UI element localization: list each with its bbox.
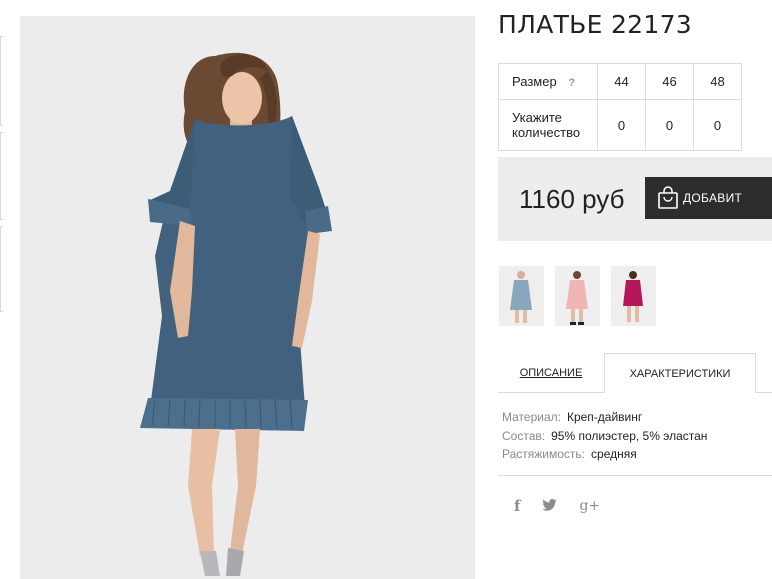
quantity-input[interactable]: 0: [597, 99, 646, 151]
tab-underline: [756, 392, 772, 393]
size-label: Размер: [512, 74, 557, 89]
characteristics-list: Материал: Креп-дайвинг Состав: 95% полиэст…: [502, 408, 707, 464]
add-to-cart-button[interactable]: ДОБАВИТ: [645, 177, 772, 219]
size-option: 44: [597, 63, 646, 100]
product-page: ПЛАТЬЕ 22173 Размер ? 44 46 48 Укажите к…: [0, 0, 772, 579]
product-title: ПЛАТЬЕ 22173: [498, 10, 692, 39]
size-option: 46: [645, 63, 694, 100]
product-tabs: ОПИСАНИЕ ХАРАКТЕРИСТИКИ: [498, 353, 772, 393]
google-plus-icon[interactable]: g+: [579, 498, 600, 514]
twitter-icon[interactable]: [542, 498, 558, 514]
color-variant-thumb-magenta[interactable]: [611, 266, 656, 326]
main-product-image[interactable]: [20, 16, 475, 579]
spec-row: Состав: 95% полиэстер, 5% эластан: [502, 427, 707, 446]
price-box: 1160 руб ДОБАВИТ: [498, 157, 772, 241]
spec-key: Растяжимость:: [502, 447, 586, 461]
shopping-bag-icon: [658, 186, 678, 209]
size-label-cell: Размер ?: [498, 63, 598, 100]
spec-value: Креп-дайвинг: [566, 410, 643, 424]
spec-row: Материал: Креп-дайвинг: [502, 408, 707, 427]
facebook-icon[interactable]: f: [514, 497, 520, 515]
quantity-input[interactable]: 0: [645, 99, 694, 151]
tab-characteristics[interactable]: ХАРАКТЕРИСТИКИ: [604, 353, 756, 393]
color-variant-thumb-blue[interactable]: [499, 266, 544, 326]
social-share: f g+: [514, 497, 622, 515]
spec-key: Материал:: [502, 410, 561, 424]
spec-value: 95% полиэстер, 5% эластан: [551, 428, 708, 443]
thumbnail-edge[interactable]: [0, 226, 3, 312]
spec-row: Растяжимость: средняя: [502, 445, 707, 464]
size-help-icon[interactable]: ?: [568, 77, 575, 89]
thumbnail-edge[interactable]: [0, 36, 3, 126]
quantity-input[interactable]: 0: [693, 99, 742, 151]
spec-value: средняя: [591, 447, 637, 461]
size-option: 48: [693, 63, 742, 100]
thumbnail-strip-edge: [0, 36, 4, 316]
color-variant-thumbnails: [499, 266, 667, 326]
quantity-label: Укажите количество: [498, 99, 598, 151]
divider: [498, 475, 772, 476]
color-variant-thumb-pink[interactable]: [555, 266, 600, 326]
thumbnail-edge[interactable]: [0, 132, 3, 220]
price: 1160 руб: [519, 184, 625, 214]
tab-description[interactable]: ОПИСАНИЕ: [498, 353, 604, 393]
size-quantity-table: Размер ? 44 46 48 Укажите количество 0 0…: [498, 63, 742, 151]
spec-key: Состав:: [502, 428, 546, 443]
add-to-cart-label: ДОБАВИТ: [683, 191, 743, 205]
